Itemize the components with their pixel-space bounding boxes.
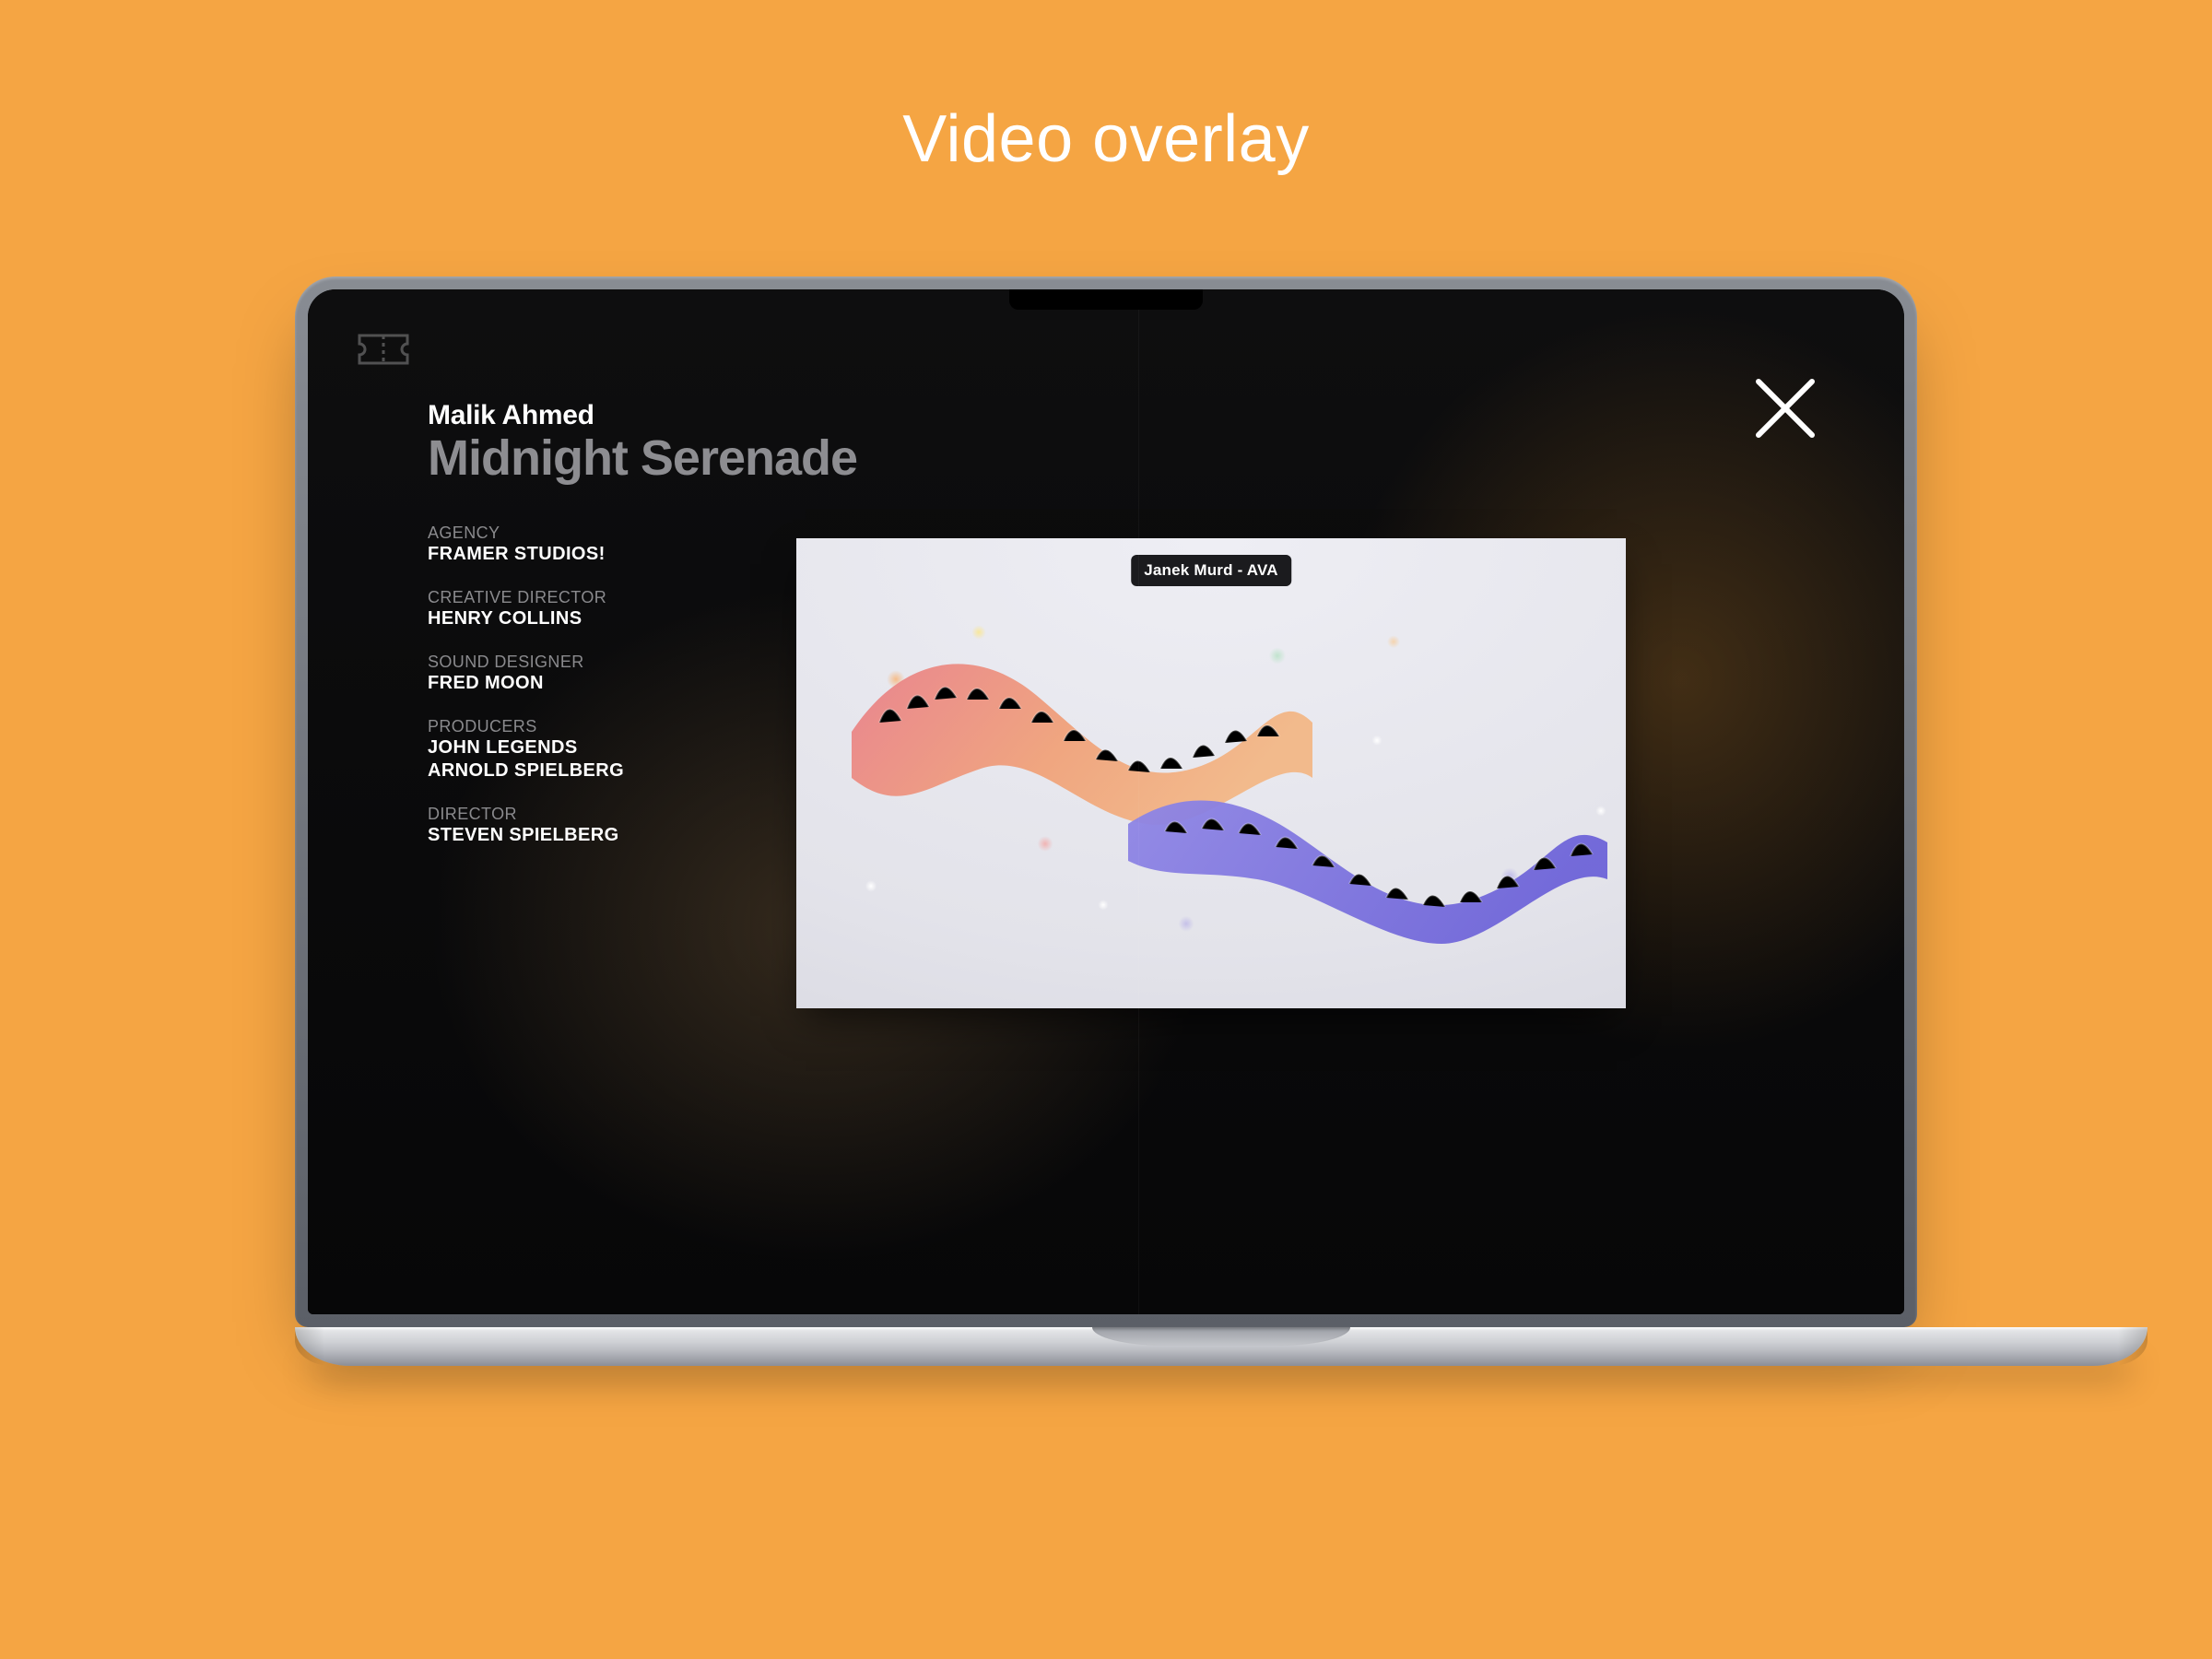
credit-value: HENRY COLLINS xyxy=(428,607,857,630)
video-info-panel: Malik Ahmed Midnight Serenade AGENCY FRA… xyxy=(428,400,857,869)
credit-label: PRODUCERS xyxy=(428,717,857,736)
artist-name: Malik Ahmed xyxy=(428,400,857,431)
laptop-notch xyxy=(1009,289,1203,310)
credit-value: STEVEN SPIELBERG xyxy=(428,824,857,847)
credit-value: FRAMER STUDIOS! xyxy=(428,543,857,566)
credit-row: AGENCY FRAMER STUDIOS! xyxy=(428,524,857,566)
credit-label: AGENCY xyxy=(428,524,857,543)
close-button[interactable] xyxy=(1749,372,1821,444)
laptop-bezel: Malik Ahmed Midnight Serenade AGENCY FRA… xyxy=(308,289,1904,1314)
credit-row: SOUND DESIGNER FRED MOON xyxy=(428,653,857,695)
laptop-thumb-cut xyxy=(1092,1327,1350,1346)
credit-value: FRED MOON xyxy=(428,672,857,695)
video-player[interactable]: Janek Murd - AVA xyxy=(796,538,1626,1008)
laptop-mockup: Malik Ahmed Midnight Serenade AGENCY FRA… xyxy=(295,276,1917,1366)
credit-label: DIRECTOR xyxy=(428,805,857,824)
video-title-chip: Janek Murd - AVA xyxy=(1131,555,1291,586)
laptop-lid: Malik Ahmed Midnight Serenade AGENCY FRA… xyxy=(295,276,1917,1327)
credits-list: AGENCY FRAMER STUDIOS! CREATIVE DIRECTOR… xyxy=(428,524,857,847)
ticket-icon xyxy=(356,330,411,369)
video-title: Midnight Serenade xyxy=(428,429,857,487)
credit-label: CREATIVE DIRECTOR xyxy=(428,588,857,607)
credit-row: CREATIVE DIRECTOR HENRY COLLINS xyxy=(428,588,857,630)
laptop-deck xyxy=(295,1327,2147,1366)
credit-row: DIRECTOR STEVEN SPIELBERG xyxy=(428,805,857,847)
app-screen: Malik Ahmed Midnight Serenade AGENCY FRA… xyxy=(308,289,1904,1314)
credit-value: JOHN LEGENDS ARNOLD SPIELBERG xyxy=(428,736,857,782)
page-heading: Video overlay xyxy=(0,101,2212,177)
credit-label: SOUND DESIGNER xyxy=(428,653,857,672)
credit-row: PRODUCERS JOHN LEGENDS ARNOLD SPIELBERG xyxy=(428,717,857,782)
